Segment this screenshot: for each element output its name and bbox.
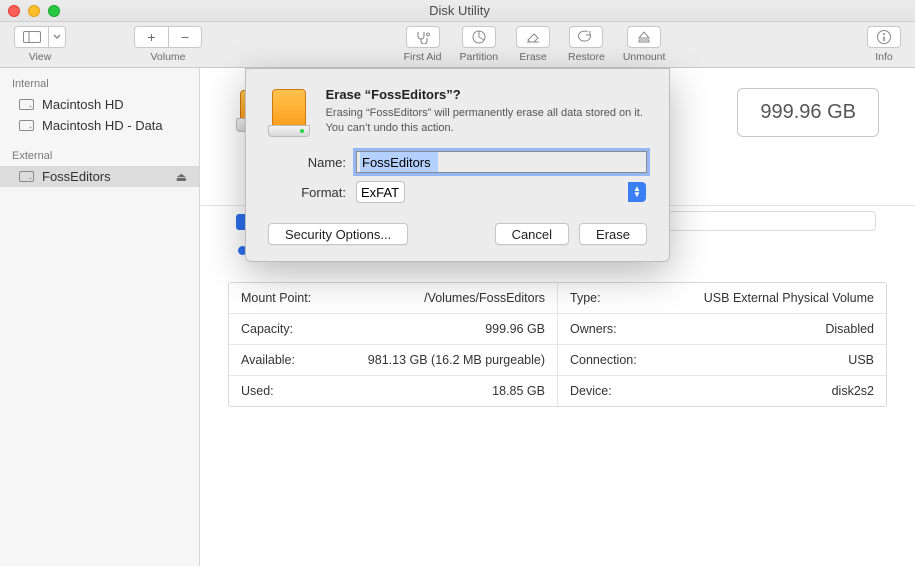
eject-icon xyxy=(637,30,651,44)
sidebar-item-internal-0[interactable]: Macintosh HD xyxy=(0,94,199,115)
info-value: 18.85 GB xyxy=(492,384,545,398)
table-row: Capacity: 999.96 GB Owners: Disabled xyxy=(229,314,886,345)
sidebar-item-internal-1[interactable]: Macintosh HD - Data xyxy=(0,115,199,136)
info-key: Device: xyxy=(570,384,612,398)
capacity-display: 999.96 GB xyxy=(737,88,879,137)
sidebar: Internal Macintosh HD Macintosh HD - Dat… xyxy=(0,68,200,566)
internal-disk-icon xyxy=(18,99,34,110)
format-select-input[interactable]: ExFAT xyxy=(356,181,405,203)
info-key: Type: xyxy=(570,291,601,305)
info-value: USB xyxy=(848,353,874,367)
format-select[interactable]: ExFAT ▲▼ xyxy=(356,181,647,203)
info-key: Capacity: xyxy=(241,322,293,336)
info-icon xyxy=(876,29,892,45)
traffic-lights xyxy=(8,5,60,17)
table-row: Mount Point: /Volumes/FossEditors Type: US… xyxy=(229,283,886,314)
view-menu-button[interactable] xyxy=(48,26,66,48)
stethoscope-icon xyxy=(414,30,432,44)
info-key: Used: xyxy=(241,384,274,398)
toolbar-label-view: View xyxy=(29,51,52,63)
toolbar: View + − Volume First Aid Partition Eras xyxy=(0,22,915,68)
info-table: Mount Point: /Volumes/FossEditors Type: US… xyxy=(228,282,887,407)
erase-button[interactable] xyxy=(516,26,550,48)
minus-icon: − xyxy=(181,29,189,45)
toolbar-label-info: Info xyxy=(875,51,893,63)
table-row: Available:981.13 GB (16.2 MB purgeable) … xyxy=(229,345,886,376)
sidebar-item-label: Macintosh HD xyxy=(42,97,124,112)
minimize-window-button[interactable] xyxy=(28,5,40,17)
sidebar-item-label: Macintosh HD - Data xyxy=(42,118,163,133)
dialog-volume-icon xyxy=(268,87,310,137)
internal-disk-icon xyxy=(18,120,34,131)
chevron-down-icon xyxy=(53,34,61,40)
toolbar-label-restore: Restore xyxy=(568,51,605,63)
toolbar-label-volume: Volume xyxy=(150,51,185,63)
info-key: Available: xyxy=(241,353,295,367)
info-value: Disabled xyxy=(825,322,874,336)
partition-icon xyxy=(471,29,487,45)
dialog-message: Erasing “FossEditors” will permanently e… xyxy=(326,106,647,136)
toolbar-volume-group: + − Volume xyxy=(134,26,202,63)
unmount-button[interactable] xyxy=(627,26,661,48)
sidebar-header-internal: Internal xyxy=(0,74,199,94)
name-input[interactable] xyxy=(356,151,647,173)
add-volume-button[interactable]: + xyxy=(134,26,168,48)
name-label: Name: xyxy=(268,155,356,170)
restore-button[interactable] xyxy=(569,26,603,48)
close-window-button[interactable] xyxy=(8,5,20,17)
security-options-button[interactable]: Security Options... xyxy=(268,223,408,245)
format-label: Format: xyxy=(268,185,356,200)
titlebar: Disk Utility xyxy=(0,0,915,22)
window-title: Disk Utility xyxy=(60,3,859,18)
info-value: /Volumes/FossEditors xyxy=(424,291,545,305)
toolbar-label-partition: Partition xyxy=(460,51,499,63)
toolbar-label-unmount: Unmount xyxy=(623,51,666,63)
info-key: Mount Point: xyxy=(241,291,311,305)
dialog-title: Erase “FossEditors”? xyxy=(326,87,647,102)
info-button[interactable] xyxy=(867,26,901,48)
info-value: 981.13 GB (16.2 MB purgeable) xyxy=(368,353,545,367)
first-aid-button[interactable] xyxy=(406,26,440,48)
info-value: disk2s2 xyxy=(832,384,874,398)
partition-button[interactable] xyxy=(462,26,496,48)
sidebar-icon xyxy=(23,31,41,43)
sidebar-item-external-0[interactable]: FossEditors ⏏ xyxy=(0,166,199,187)
info-key: Owners: xyxy=(570,322,617,336)
toolbar-label-firstaid: First Aid xyxy=(404,51,442,63)
toolbar-view-group: View xyxy=(14,26,66,63)
sidebar-toggle-button[interactable] xyxy=(14,26,48,48)
info-value: USB External Physical Volume xyxy=(704,291,874,305)
restore-icon xyxy=(578,30,594,44)
sidebar-item-label: FossEditors xyxy=(42,169,111,184)
eject-icon[interactable]: ⏏ xyxy=(176,170,187,184)
erase-icon xyxy=(525,30,541,44)
plus-icon: + xyxy=(147,29,155,45)
info-value: 999.96 GB xyxy=(485,322,545,336)
erase-dialog: Erase “FossEditors”? Erasing “FossEditor… xyxy=(245,68,670,262)
cancel-button[interactable]: Cancel xyxy=(495,223,569,245)
table-row: Used: 18.85 GB Device: disk2s2 xyxy=(229,376,886,406)
erase-confirm-button[interactable]: Erase xyxy=(579,223,647,245)
external-disk-icon xyxy=(18,171,34,182)
sidebar-header-external: External xyxy=(0,146,199,166)
remove-volume-button[interactable]: − xyxy=(168,26,202,48)
toolbar-label-erase: Erase xyxy=(519,51,546,63)
select-stepper-icon: ▲▼ xyxy=(628,182,646,202)
zoom-window-button[interactable] xyxy=(48,5,60,17)
info-key: Connection: xyxy=(570,353,637,367)
